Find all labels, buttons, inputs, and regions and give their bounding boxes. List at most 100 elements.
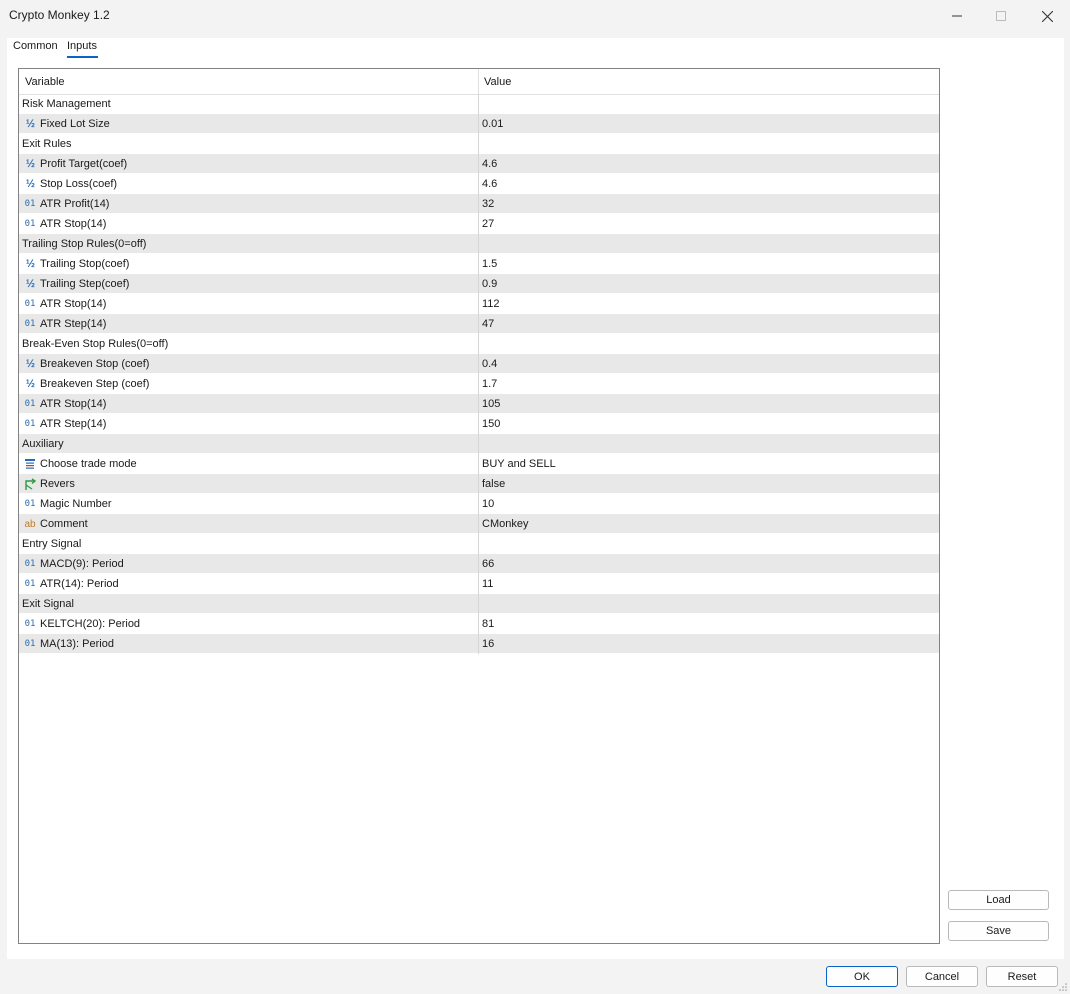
variable-value[interactable]: 16 — [482, 638, 494, 650]
column-separator — [478, 634, 479, 654]
table-row[interactable]: ½ Trailing Stop(coef) 1.5 — [19, 254, 939, 274]
variable-name: Auxiliary — [22, 438, 64, 450]
save-button[interactable]: Save — [948, 921, 1049, 941]
variable-value[interactable]: 105 — [482, 398, 500, 410]
table-row[interactable]: 01 KELTCH(20): Period 81 — [19, 614, 939, 634]
table-row[interactable]: 01 MACD(9): Period 66 — [19, 554, 939, 574]
load-button[interactable]: Load — [948, 890, 1049, 910]
table-row[interactable]: Revers false — [19, 474, 939, 494]
table-row[interactable]: 01 Magic Number 10 — [19, 494, 939, 514]
variable-value[interactable]: 4.6 — [482, 158, 497, 170]
title-bar: Crypto Monkey 1.2 — [0, 0, 1070, 32]
group-row[interactable]: Entry Signal — [19, 534, 939, 554]
variable-value[interactable]: BUY and SELL — [482, 458, 556, 470]
column-separator — [478, 194, 479, 214]
integer-icon: 01 — [24, 639, 36, 649]
table-row[interactable]: ½ Breakeven Stop (coef) 0.4 — [19, 354, 939, 374]
table-row[interactable]: 01 ATR Stop(14) 112 — [19, 294, 939, 314]
variable-value[interactable]: CMonkey — [482, 518, 528, 530]
cancel-button[interactable]: Cancel — [906, 966, 978, 987]
fraction-icon: ½ — [25, 118, 35, 130]
column-separator — [478, 554, 479, 574]
variable-name: Fixed Lot Size — [40, 118, 110, 130]
column-separator — [478, 354, 479, 374]
variable-value[interactable]: false — [482, 478, 505, 490]
tab-inputs[interactable]: Inputs — [67, 40, 97, 52]
variable-name: Magic Number — [40, 498, 112, 510]
variable-name: Profit Target(coef) — [40, 158, 128, 170]
maximize-icon — [996, 11, 1006, 21]
group-row[interactable]: Trailing Stop Rules(0=off) — [19, 234, 939, 254]
variable-value[interactable]: 150 — [482, 418, 500, 430]
column-header-value[interactable]: Value — [484, 76, 511, 88]
variable-value[interactable]: 0.9 — [482, 278, 497, 290]
variable-name: ATR Step(14) — [40, 418, 107, 430]
ok-button[interactable]: OK — [826, 966, 898, 987]
variable-name: Trailing Stop Rules(0=off) — [22, 238, 147, 250]
table-row[interactable]: ½ Fixed Lot Size 0.01 — [19, 114, 939, 134]
variable-value[interactable]: 66 — [482, 558, 494, 570]
variable-value[interactable]: 0.4 — [482, 358, 497, 370]
variable-name: Breakeven Step (coef) — [40, 378, 150, 390]
column-separator — [478, 494, 479, 514]
table-row[interactable]: ½ Breakeven Step (coef) 1.7 — [19, 374, 939, 394]
column-separator — [478, 454, 479, 474]
maximize-button[interactable] — [978, 0, 1024, 32]
column-separator — [478, 574, 479, 594]
close-button[interactable] — [1024, 0, 1070, 32]
group-row[interactable]: Exit Signal — [19, 594, 939, 614]
column-separator — [478, 214, 479, 234]
variable-value[interactable]: 112 — [482, 298, 500, 310]
variable-name: Trailing Stop(coef) — [40, 258, 130, 270]
column-header-variable[interactable]: Variable — [25, 76, 65, 88]
variable-value[interactable]: 27 — [482, 218, 494, 230]
variable-value[interactable]: 47 — [482, 318, 494, 330]
inputs-grid[interactable]: Variable Value Risk Management ½ Fixed Lot… — [18, 68, 940, 944]
reset-button[interactable]: Reset — [986, 966, 1058, 987]
column-separator — [478, 334, 479, 354]
variable-value[interactable]: 11 — [482, 578, 493, 590]
column-divider[interactable] — [478, 69, 479, 94]
group-row[interactable]: Break-Even Stop Rules(0=off) — [19, 334, 939, 354]
column-separator — [478, 594, 479, 614]
table-row[interactable]: 01 ATR Step(14) 150 — [19, 414, 939, 434]
table-row[interactable]: ½ Trailing Step(coef) 0.9 — [19, 274, 939, 294]
table-row[interactable]: 01 ATR(14): Period 11 — [19, 574, 939, 594]
variable-name: ATR Stop(14) — [40, 218, 107, 230]
group-row[interactable]: Exit Rules — [19, 134, 939, 154]
integer-icon: 01 — [24, 219, 36, 229]
variable-value[interactable]: 1.5 — [482, 258, 497, 270]
fraction-icon: ½ — [25, 278, 35, 290]
table-row[interactable]: Choose trade mode BUY and SELL — [19, 454, 939, 474]
table-row[interactable]: 01 MA(13): Period 16 — [19, 634, 939, 654]
table-row[interactable]: ab Comment CMonkey — [19, 514, 939, 534]
enum-list-icon — [23, 457, 37, 471]
tab-common[interactable]: Common — [13, 40, 58, 52]
group-row[interactable]: Auxiliary — [19, 434, 939, 454]
table-row[interactable]: 01 ATR Step(14) 47 — [19, 314, 939, 334]
table-row[interactable]: 01 ATR Stop(14) 105 — [19, 394, 939, 414]
variable-name: Trailing Step(coef) — [40, 278, 130, 290]
table-row[interactable]: ½ Stop Loss(coef) 4.6 — [19, 174, 939, 194]
column-separator — [478, 254, 479, 274]
column-separator — [478, 394, 479, 414]
grid-rows: Risk Management ½ Fixed Lot Size 0.01 Exit R… — [19, 94, 939, 654]
column-separator — [478, 534, 479, 554]
resize-grip-icon[interactable] — [1058, 982, 1068, 992]
column-separator — [478, 114, 479, 134]
integer-icon: 01 — [24, 419, 36, 429]
variable-value[interactable]: 4.6 — [482, 178, 497, 190]
table-row[interactable]: ½ Profit Target(coef) 4.6 — [19, 154, 939, 174]
table-row[interactable]: 01 ATR Profit(14) 32 — [19, 194, 939, 214]
variable-value[interactable]: 81 — [482, 618, 494, 630]
group-row[interactable]: Risk Management — [19, 94, 939, 114]
variable-name: KELTCH(20): Period — [40, 618, 141, 630]
variable-value[interactable]: 32 — [482, 198, 494, 210]
variable-value[interactable]: 0.01 — [482, 118, 503, 130]
boolean-arrow-icon — [23, 477, 37, 491]
variable-name: Risk Management — [22, 98, 111, 110]
table-row[interactable]: 01 ATR Stop(14) 27 — [19, 214, 939, 234]
variable-value[interactable]: 1.7 — [482, 378, 497, 390]
minimize-button[interactable] — [934, 0, 980, 32]
variable-value[interactable]: 10 — [482, 498, 494, 510]
